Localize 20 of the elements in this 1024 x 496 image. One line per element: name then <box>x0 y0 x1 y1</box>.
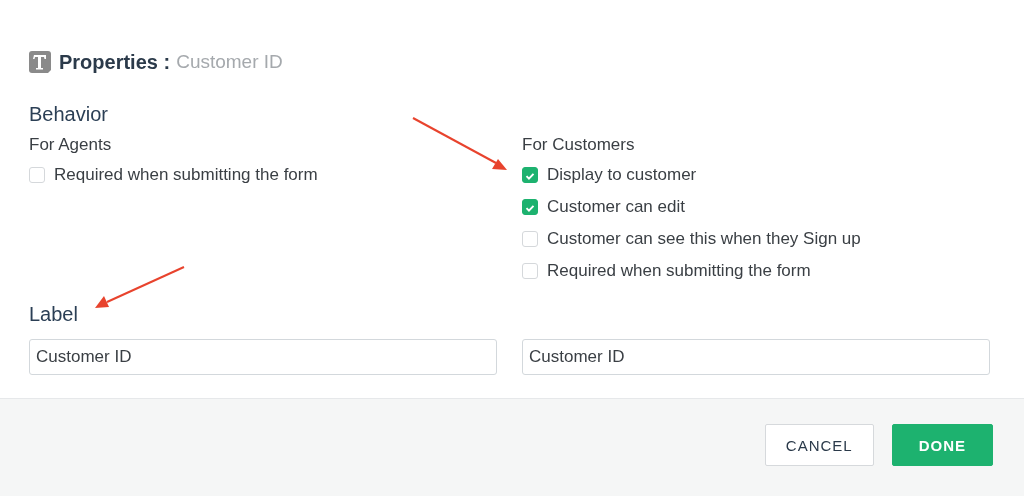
text-field[interactable]: Customer ID <box>522 339 990 375</box>
checkbox[interactable] <box>522 167 538 183</box>
section-heading: Behavior <box>29 103 108 127</box>
group-heading: For Customers <box>522 135 636 156</box>
checkbox[interactable] <box>522 199 538 215</box>
checkbox[interactable] <box>522 231 538 247</box>
checkbox-label: Customer can see this when they Sign up <box>547 229 861 249</box>
checkbox-label: Display to customer <box>547 165 697 185</box>
group-heading: For Agents <box>29 135 113 156</box>
section-heading: Label <box>29 303 78 327</box>
checkbox-label: Required when submitting the form <box>547 261 811 281</box>
field-name: Customer ID <box>176 51 283 73</box>
cancel-button[interactable]: CANCEL <box>764 424 874 466</box>
text-type-icon <box>29 51 51 73</box>
checkbox[interactable] <box>522 263 538 279</box>
checkbox-label: Required when submitting the form <box>54 165 318 185</box>
dialog-title: Properties : <box>59 50 171 74</box>
text-field[interactable]: Customer ID <box>29 339 497 375</box>
checkbox[interactable] <box>29 167 45 183</box>
checkbox-label: Customer can edit <box>547 197 685 217</box>
